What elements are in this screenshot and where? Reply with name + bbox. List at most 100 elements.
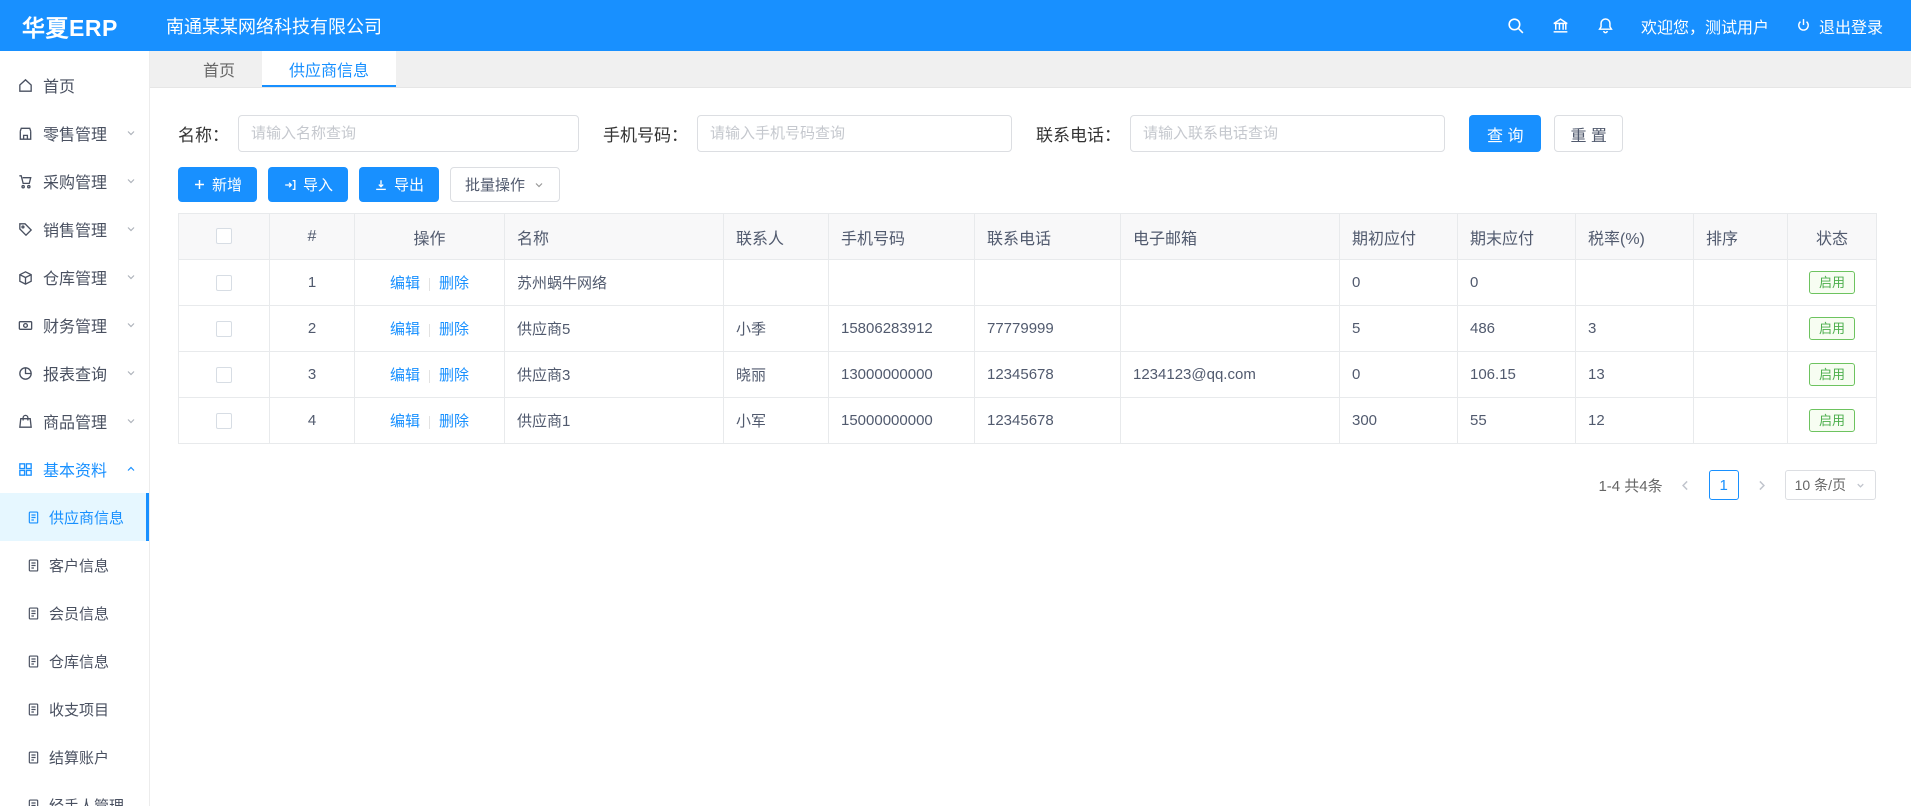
table-row: 1 编辑删除 苏州蜗牛网络 0 0 启用 [179,260,1877,306]
logout-button[interactable]: 退出登录 [1795,14,1883,38]
cell-sort [1694,398,1788,444]
edit-link[interactable]: 编辑 [390,275,420,292]
sidebar-item-sales[interactable]: 销售管理 [0,205,149,253]
doc-icon [26,510,41,525]
cell-tel: 12345678 [975,352,1121,398]
col-checkbox [179,214,270,260]
sidebar-item-warehouse[interactable]: 仓库管理 [0,253,149,301]
doc-icon [26,798,41,806]
sidebar-item-label: 首页 [43,73,75,97]
app-logo[interactable]: 华夏ERP [0,9,150,43]
cell-closing-payable: 0 [1458,260,1576,306]
sidebar-item-customer-info[interactable]: 客户信息 [0,541,149,589]
add-button[interactable]: 新增 [178,167,257,202]
filter-row: 名称： 手机号码： 联系电话： 查 询 重 置 [178,115,1883,152]
filter-name-group: 名称： [178,115,579,152]
col-closing-payable: 期末应付 [1458,214,1576,260]
sidebar-item-label: 财务管理 [43,313,107,337]
sidebar-item-label: 仓库信息 [49,651,109,672]
edit-link[interactable]: 编辑 [390,367,420,384]
company-name: 南通某某网络科技有限公司 [166,13,382,39]
tab-supplier-info[interactable]: 供应商信息 [262,51,396,87]
cell-tax-rate: 13 [1576,352,1694,398]
main-area: 首页 供应商信息 名称： 手机号码： 联系电话： 查 询 重 置 [150,51,1911,806]
col-status: 状态 [1788,214,1877,260]
row-checkbox[interactable] [216,413,232,429]
sidebar-item-label: 零售管理 [43,121,107,145]
search-button[interactable]: 查 询 [1469,115,1541,152]
sidebar-item-member-info[interactable]: 会员信息 [0,589,149,637]
sidebar-item-label: 商品管理 [43,409,107,433]
row-checkbox[interactable] [216,275,232,291]
status-badge[interactable]: 启用 [1809,409,1855,432]
status-badge[interactable]: 启用 [1809,363,1855,386]
cell-email: 1234123@qq.com [1121,352,1340,398]
col-name: 名称 [505,214,724,260]
sidebar-item-warehouse-info[interactable]: 仓库信息 [0,637,149,685]
sidebar-item-income-expense[interactable]: 收支项目 [0,685,149,733]
batch-actions-button[interactable]: 批量操作 [450,167,560,202]
cell-contact: 晓丽 [724,352,829,398]
sidebar-item-finance[interactable]: 财务管理 [0,301,149,349]
table-row: 4 编辑删除 供应商1 小军 15000000000 12345678 300 … [179,398,1877,444]
select-all-checkbox[interactable] [216,228,232,244]
search-icon[interactable] [1506,16,1525,35]
bank-icon[interactable] [1551,16,1570,35]
sidebar-item-reports[interactable]: 报表查询 [0,349,149,397]
logout-label: 退出登录 [1819,14,1883,38]
cell-phone: 15000000000 [829,398,975,444]
sidebar-item-handler-management[interactable]: 经手人管理 [0,781,149,806]
export-button[interactable]: 导出 [359,167,439,202]
supplier-table: # 操作 名称 联系人 手机号码 联系电话 电子邮箱 期初应付 期末应付 税率(… [178,213,1883,444]
money-icon [17,317,34,334]
delete-link[interactable]: 删除 [439,275,469,292]
row-checkbox[interactable] [216,367,232,383]
cell-index: 3 [270,352,355,398]
sidebar-item-label: 仓库管理 [43,265,107,289]
cell-tel: 77779999 [975,306,1121,352]
sidebar-item-label: 结算账户 [49,747,109,768]
sidebar-item-retail[interactable]: 零售管理 [0,109,149,157]
page-number[interactable]: 1 [1709,470,1739,500]
tel-filter-input[interactable] [1130,115,1445,152]
delete-link[interactable]: 删除 [439,321,469,338]
cell-phone [829,260,975,306]
prev-page-button[interactable] [1673,470,1699,500]
delete-link[interactable]: 删除 [439,367,469,384]
toolbar: 新增 导入 导出 批量操作 [178,167,1883,202]
sidebar-item-basic-data[interactable]: 基本资料 [0,445,149,493]
sidebar-item-supplier-info[interactable]: 供应商信息 [0,493,149,541]
status-badge[interactable]: 启用 [1809,271,1855,294]
phone-filter-label: 手机号码： [603,121,688,146]
sidebar-item-home[interactable]: 首页 [0,61,149,109]
chevron-down-icon [125,127,137,139]
topbar-actions: 欢迎您，测试用户 退出登录 [1506,14,1911,38]
delete-link[interactable]: 删除 [439,413,469,430]
cell-name: 供应商3 [505,352,724,398]
sidebar-item-goods[interactable]: 商品管理 [0,397,149,445]
cell-contact: 小季 [724,306,829,352]
tag-icon [17,221,34,238]
cell-sort [1694,260,1788,306]
chevron-down-icon [1855,480,1866,491]
cell-name: 供应商1 [505,398,724,444]
sidebar-item-purchase[interactable]: 采购管理 [0,157,149,205]
sidebar-item-label: 基本资料 [43,457,107,481]
edit-link[interactable]: 编辑 [390,413,420,430]
edit-link[interactable]: 编辑 [390,321,420,338]
reset-button[interactable]: 重 置 [1554,115,1622,152]
name-filter-input[interactable] [238,115,579,152]
tab-home[interactable]: 首页 [176,51,262,87]
pagination: 1-4 共4条 1 10 条/页 [178,470,1876,500]
divider [429,370,430,383]
next-page-button[interactable] [1749,470,1775,500]
row-checkbox[interactable] [216,321,232,337]
phone-filter-input[interactable] [697,115,1012,152]
page-size-select[interactable]: 10 条/页 [1785,470,1876,500]
col-contact: 联系人 [724,214,829,260]
sidebar-item-settlement-account[interactable]: 结算账户 [0,733,149,781]
status-badge[interactable]: 启用 [1809,317,1855,340]
import-button[interactable]: 导入 [268,167,348,202]
bell-icon[interactable] [1596,16,1615,35]
add-button-label: 新增 [212,174,242,195]
